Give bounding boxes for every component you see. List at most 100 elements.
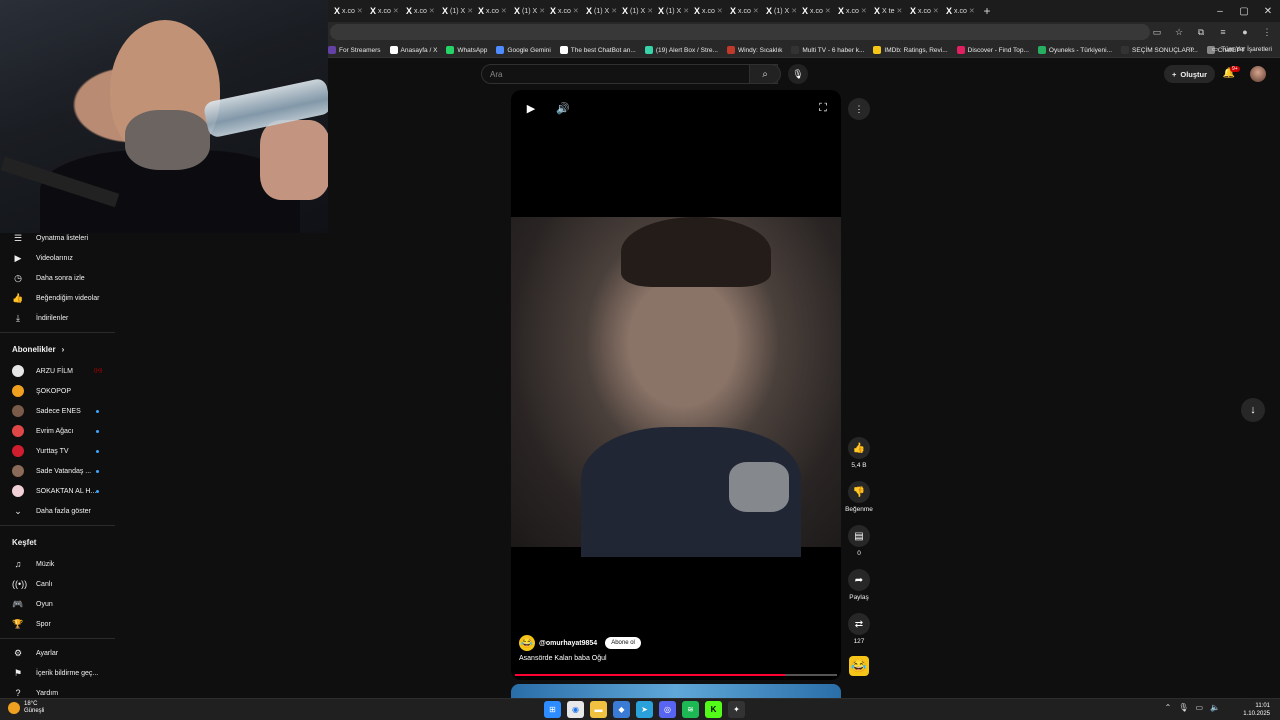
subscription-item[interactable]: SOKAKTAN AL H... (0, 481, 115, 501)
browser-tab[interactable]: XX te ✕ (870, 0, 906, 22)
account-avatar[interactable] (1250, 66, 1266, 82)
cast-icon[interactable]: ▭ (1150, 24, 1164, 40)
windows-icon[interactable]: ⊞ (544, 701, 561, 718)
browser-tab[interactable]: Xx.co ✕ (366, 0, 402, 22)
subscription-item[interactable]: ŞOKOPOP (0, 381, 115, 401)
omnibox[interactable] (330, 24, 1150, 40)
speaker-icon[interactable]: 🔈 (1210, 703, 1220, 712)
sidebar-item[interactable]: ▶ Videolarınız (0, 248, 115, 268)
browser-tab[interactable]: X (1) X ✕ (438, 0, 474, 22)
bookmark-item[interactable]: WhatsApp (446, 46, 487, 54)
browser-tab[interactable]: X (1) X ✕ (654, 0, 690, 22)
app9-icon[interactable]: ✦ (728, 701, 745, 718)
sidebar-item[interactable]: ⤓ İndirilenler (0, 308, 115, 328)
explore-item[interactable]: ((•)) Canlı (0, 574, 115, 594)
next-short-preview[interactable] (511, 684, 841, 698)
chevron-up-icon[interactable]: ⌃ (1165, 703, 1172, 712)
menu-icon[interactable]: ⋮ (1260, 24, 1274, 40)
clock[interactable]: 11:01 1.10.2025 (1243, 702, 1270, 718)
browser-tab[interactable]: X (1) X ✕ (762, 0, 798, 22)
fullscreen-button[interactable]: ⛶ (813, 98, 833, 118)
network-icon[interactable]: ▭ (1195, 703, 1203, 712)
search-input[interactable]: Ara (481, 64, 778, 84)
minimize-icon[interactable]: – (1208, 0, 1232, 22)
shorts-player[interactable]: ▶ 🔊 ⛶ 😂 @omurhayat9854 Abone ol Asansörd… (511, 90, 841, 680)
extensions-icon[interactable]: ⧉ (1194, 24, 1208, 40)
maximize-icon[interactable]: ▢ (1232, 0, 1256, 22)
bookmark-item[interactable]: Anasayfa / X (389, 46, 437, 54)
all-bookmarks[interactable]: ▭ Tüm Yer İşaretleri (1212, 45, 1272, 54)
sound-thumbnail[interactable]: 😂 (849, 656, 869, 676)
search-button[interactable]: ⌕ (749, 64, 781, 84)
browser-tab[interactable]: Xx.co ✕ (402, 0, 438, 22)
bookmark-item[interactable]: SEÇİM SONUÇLARI... (1121, 46, 1198, 54)
tab-close-icon[interactable]: ✕ (611, 7, 617, 15)
discord-icon[interactable]: ◎ (659, 701, 676, 718)
tab-close-icon[interactable]: ✕ (357, 7, 363, 15)
comment-button[interactable]: ▤ (848, 525, 870, 547)
progress-bar[interactable] (515, 674, 837, 676)
sidebar-item[interactable]: ◷ Daha sonra izle (0, 268, 115, 288)
bookmark-item[interactable]: Multi TV - 6 haber k... (791, 46, 864, 54)
browser-tab[interactable]: Xx.co ✕ (798, 0, 834, 22)
bookmark-item[interactable]: Discover - Find Top... (956, 46, 1029, 54)
media-icon[interactable]: ≡ (1216, 24, 1230, 40)
weather-widget[interactable]: 18°C Güneşli (8, 701, 44, 715)
browser-tab[interactable]: Xx.co ✕ (690, 0, 726, 22)
subscribe-button[interactable]: Abone ol (605, 637, 641, 649)
subscription-item[interactable]: ARZU FİLM ((•)) (0, 361, 115, 381)
tab-close-icon[interactable]: ✕ (393, 7, 399, 15)
tab-close-icon[interactable]: ✕ (791, 7, 797, 15)
microphone-tray-icon[interactable]: 🎙 (1178, 703, 1188, 712)
tab-close-icon[interactable]: ✕ (501, 7, 507, 15)
create-button[interactable]: + Oluştur (1164, 65, 1216, 83)
sidebar-item[interactable]: 👍 Beğendiğim videolar (0, 288, 115, 308)
subscription-item[interactable]: Yurttaş TV (0, 441, 115, 461)
explore-item[interactable]: 🏆 Spor (0, 614, 115, 634)
bookmark-item[interactable]: Google Gemini (496, 46, 551, 54)
dislike-button[interactable]: 👎 (848, 481, 870, 503)
remix-button[interactable]: ⇄ (848, 613, 870, 635)
tab-close-icon[interactable]: ✕ (825, 7, 831, 15)
explorer-icon[interactable]: ▬ (590, 701, 607, 718)
more-options-button[interactable]: ⋮ (848, 98, 870, 120)
browser-tab[interactable]: Xx.co ✕ (546, 0, 582, 22)
like-button[interactable]: 👍 (848, 437, 870, 459)
telegram-icon[interactable]: ➤ (636, 701, 653, 718)
star-icon[interactable]: ☆ (1172, 24, 1186, 40)
tab-close-icon[interactable]: ✕ (861, 7, 867, 15)
bookmark-item[interactable]: (19) Alert Box / Stre... (644, 46, 718, 54)
tab-close-icon[interactable]: ✕ (717, 7, 723, 15)
tab-close-icon[interactable]: ✕ (933, 7, 939, 15)
browser-tab[interactable]: X (1) X ✕ (618, 0, 654, 22)
footer-item[interactable]: ⚙ Ayarlar (0, 643, 115, 663)
tab-close-icon[interactable]: ✕ (467, 7, 473, 15)
tab-close-icon[interactable]: ✕ (896, 7, 902, 15)
bookmarks-overflow[interactable]: » (1190, 44, 1194, 53)
play-button[interactable]: ▶ (521, 98, 541, 118)
voice-search-button[interactable]: 🎙 (788, 64, 808, 84)
browser-tab[interactable]: Xx.co ✕ (474, 0, 510, 22)
kick-icon[interactable]: K (705, 701, 722, 718)
footer-item[interactable]: ⚑ İçerik bildirme geç... (0, 663, 115, 683)
close-icon[interactable]: ✕ (1256, 0, 1280, 22)
share-button[interactable]: ➦ (848, 569, 870, 591)
channel-avatar[interactable]: 😂 (519, 635, 535, 651)
profile-icon[interactable]: ● (1238, 24, 1252, 40)
browser-tab[interactable]: Xx.co ✕ (726, 0, 762, 22)
subscription-item[interactable]: Sade Vatandaş ... (0, 461, 115, 481)
browser-tab[interactable]: Xx.co ✕ (906, 0, 942, 22)
explore-item[interactable]: 🎮 Oyun (0, 594, 115, 614)
tab-close-icon[interactable]: ✕ (753, 7, 759, 15)
tab-close-icon[interactable]: ✕ (969, 7, 975, 15)
subscription-item[interactable]: Evrim Ağacı (0, 421, 115, 441)
chrome-icon[interactable]: ◉ (567, 701, 584, 718)
bookmark-item[interactable]: Oyuneks - Türkiyeni... (1037, 46, 1112, 54)
tab-close-icon[interactable]: ✕ (573, 7, 579, 15)
volume-button[interactable]: 🔊 (553, 98, 573, 118)
browser-tab[interactable]: X (1) X ✕ (582, 0, 618, 22)
subscription-item[interactable]: Sadece ENES (0, 401, 115, 421)
tab-close-icon[interactable]: ✕ (429, 7, 435, 15)
channel-name[interactable]: @omurhayat9854 (539, 640, 597, 647)
short-title[interactable]: Asansörde Kalan baba Oğul (519, 655, 607, 662)
